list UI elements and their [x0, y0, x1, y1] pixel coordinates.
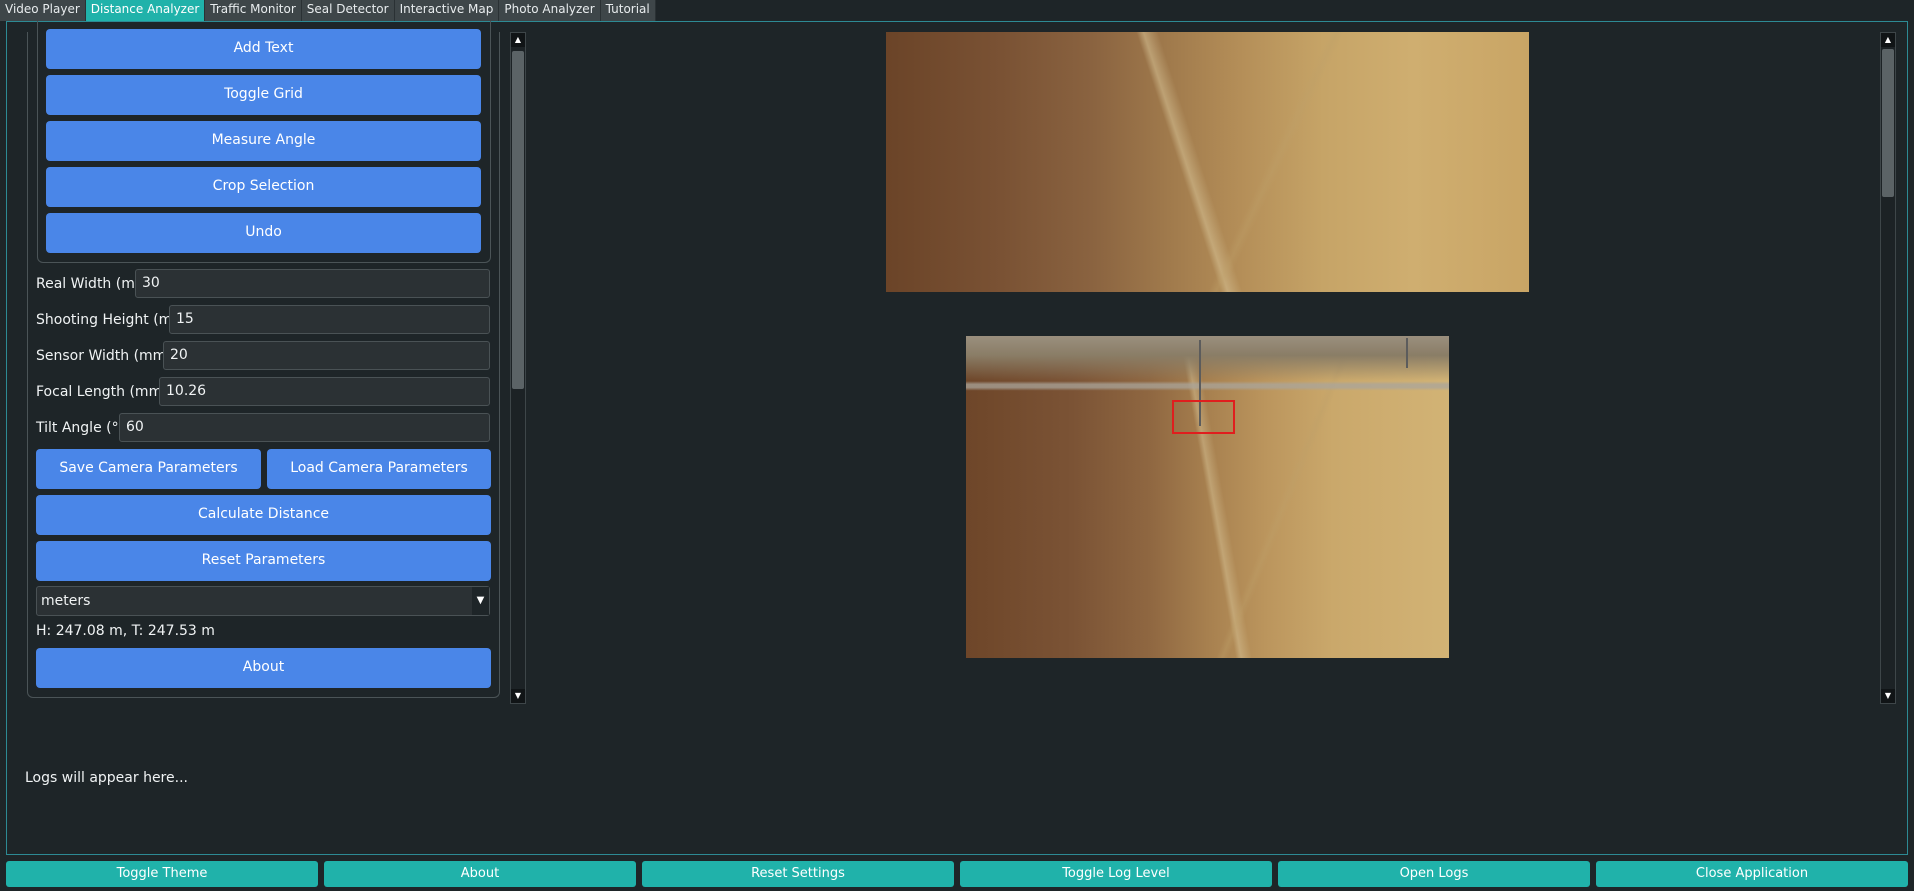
real-width-label: Real Width (m): [36, 276, 146, 292]
tilt-angle-label: Tilt Angle (°): [36, 420, 129, 436]
add-text-button[interactable]: Add Text [46, 29, 481, 69]
left-scrollbar-thumb[interactable] [512, 51, 524, 389]
units-select-value: meters [41, 593, 91, 609]
about-button[interactable]: About [324, 861, 636, 887]
units-select[interactable]: meters ▼ [36, 586, 490, 616]
toggle-grid-button[interactable]: Toggle Grid [46, 75, 481, 115]
scroll-down-icon[interactable]: ▼ [511, 689, 525, 703]
shooting-height-input[interactable]: 15 [169, 305, 490, 334]
save-camera-parameters-button[interactable]: Save Camera Parameters [36, 449, 261, 489]
scroll-up-icon[interactable]: ▲ [1881, 33, 1895, 47]
scroll-up-icon[interactable]: ▲ [511, 33, 525, 47]
distance-result: H: 247.08 m, T: 247.53 m [36, 623, 215, 639]
focal-length-input[interactable]: 10.26 [159, 377, 490, 406]
sensor-width-label: Sensor Width (mm): [36, 348, 177, 364]
left-scrollbar[interactable]: ▲ ▼ [510, 32, 526, 704]
analyzed-image[interactable] [966, 336, 1449, 658]
tab-photo-analyzer[interactable]: Photo Analyzer [499, 0, 601, 21]
measure-angle-button[interactable]: Measure Angle [46, 121, 481, 161]
tab-seal-detector[interactable]: Seal Detector [301, 0, 395, 21]
load-camera-parameters-button[interactable]: Load Camera Parameters [267, 449, 491, 489]
reset-settings-button[interactable]: Reset Settings [642, 861, 954, 887]
power-pylon [1406, 338, 1408, 368]
scroll-down-icon[interactable]: ▼ [1881, 689, 1895, 703]
right-scrollbar[interactable]: ▲ ▼ [1880, 32, 1896, 704]
tab-distance-analyzer[interactable]: Distance Analyzer [85, 0, 206, 21]
about-panel-button[interactable]: About [36, 648, 491, 688]
toggle-log-level-button[interactable]: Toggle Log Level [960, 861, 1272, 887]
reset-parameters-button[interactable]: Reset Parameters [36, 541, 491, 581]
focal-length-label: Focal Length (mm): [36, 384, 173, 400]
tab-tutorial[interactable]: Tutorial [600, 0, 656, 21]
real-width-input[interactable]: 30 [135, 269, 490, 298]
shooting-height-label: Shooting Height (m): [36, 312, 183, 328]
undo-button[interactable]: Undo [46, 213, 481, 253]
chevron-down-icon[interactable]: ▼ [472, 587, 489, 615]
tab-bar: Video Player Distance Analyzer Traffic M… [0, 0, 656, 21]
tilt-angle-input[interactable]: 60 [119, 413, 490, 442]
selection-box[interactable] [1172, 400, 1235, 434]
toggle-theme-button[interactable]: Toggle Theme [6, 861, 318, 887]
tab-traffic-monitor[interactable]: Traffic Monitor [205, 0, 302, 21]
log-output: Logs will appear here... [25, 770, 188, 786]
sensor-width-input[interactable]: 20 [163, 341, 490, 370]
crop-selection-button[interactable]: Crop Selection [46, 167, 481, 207]
right-scrollbar-thumb[interactable] [1882, 49, 1894, 197]
source-image[interactable] [886, 32, 1529, 292]
tab-video-player[interactable]: Video Player [0, 0, 86, 21]
calculate-distance-button[interactable]: Calculate Distance [36, 495, 491, 535]
open-logs-button[interactable]: Open Logs [1278, 861, 1590, 887]
tab-interactive-map[interactable]: Interactive Map [394, 0, 500, 21]
close-application-button[interactable]: Close Application [1596, 861, 1908, 887]
